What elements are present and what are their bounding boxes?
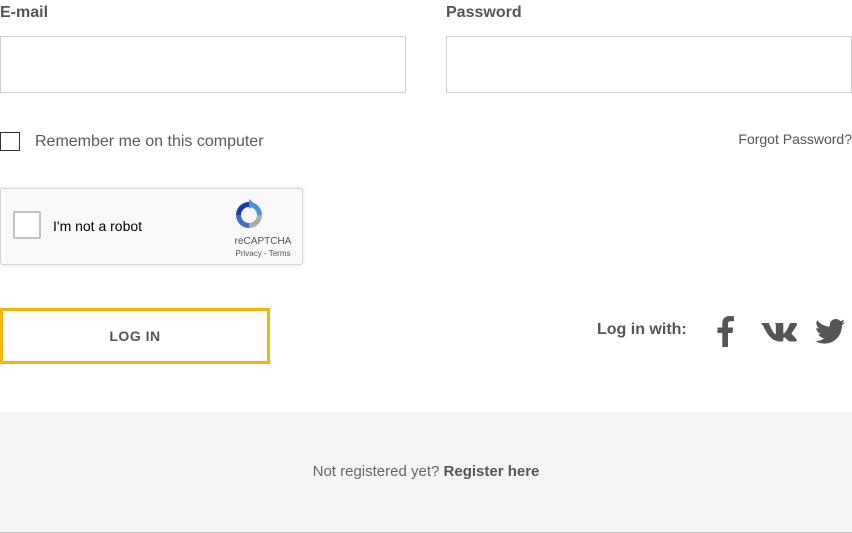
social-login-label: Log in with: [597, 321, 687, 338]
recaptcha-brand: reCAPTCHA [234, 236, 292, 247]
recaptcha-checkbox[interactable] [13, 211, 41, 239]
password-field[interactable] [446, 36, 852, 93]
remember-me[interactable]: Remember me on this computer [0, 132, 264, 151]
forgot-password-link[interactable]: Forgot Password? [738, 131, 852, 147]
facebook-icon[interactable] [713, 314, 737, 348]
login-button[interactable]: LOG IN [0, 308, 270, 364]
email-label: E-mail [0, 4, 49, 21]
recaptcha-label: I'm not a robot [53, 218, 143, 234]
footer: Not registered yet? Register here [0, 412, 852, 533]
email-field[interactable] [0, 36, 406, 93]
remember-label: Remember me on this computer [35, 132, 264, 150]
twitter-icon[interactable] [814, 314, 846, 348]
remember-checkbox[interactable] [0, 132, 20, 151]
register-prompt: Not registered yet? Register here [0, 463, 852, 480]
recaptcha-links[interactable]: Privacy - Terms [223, 249, 303, 258]
register-link[interactable]: Register here [444, 463, 540, 480]
register-question: Not registered yet? [312, 463, 440, 480]
password-label: Password [446, 4, 522, 21]
vk-icon[interactable] [759, 314, 797, 348]
recaptcha-widget: I'm not a robot reCAPTCHA Privacy - Term… [0, 188, 303, 265]
recaptcha-logo-icon [236, 199, 262, 228]
